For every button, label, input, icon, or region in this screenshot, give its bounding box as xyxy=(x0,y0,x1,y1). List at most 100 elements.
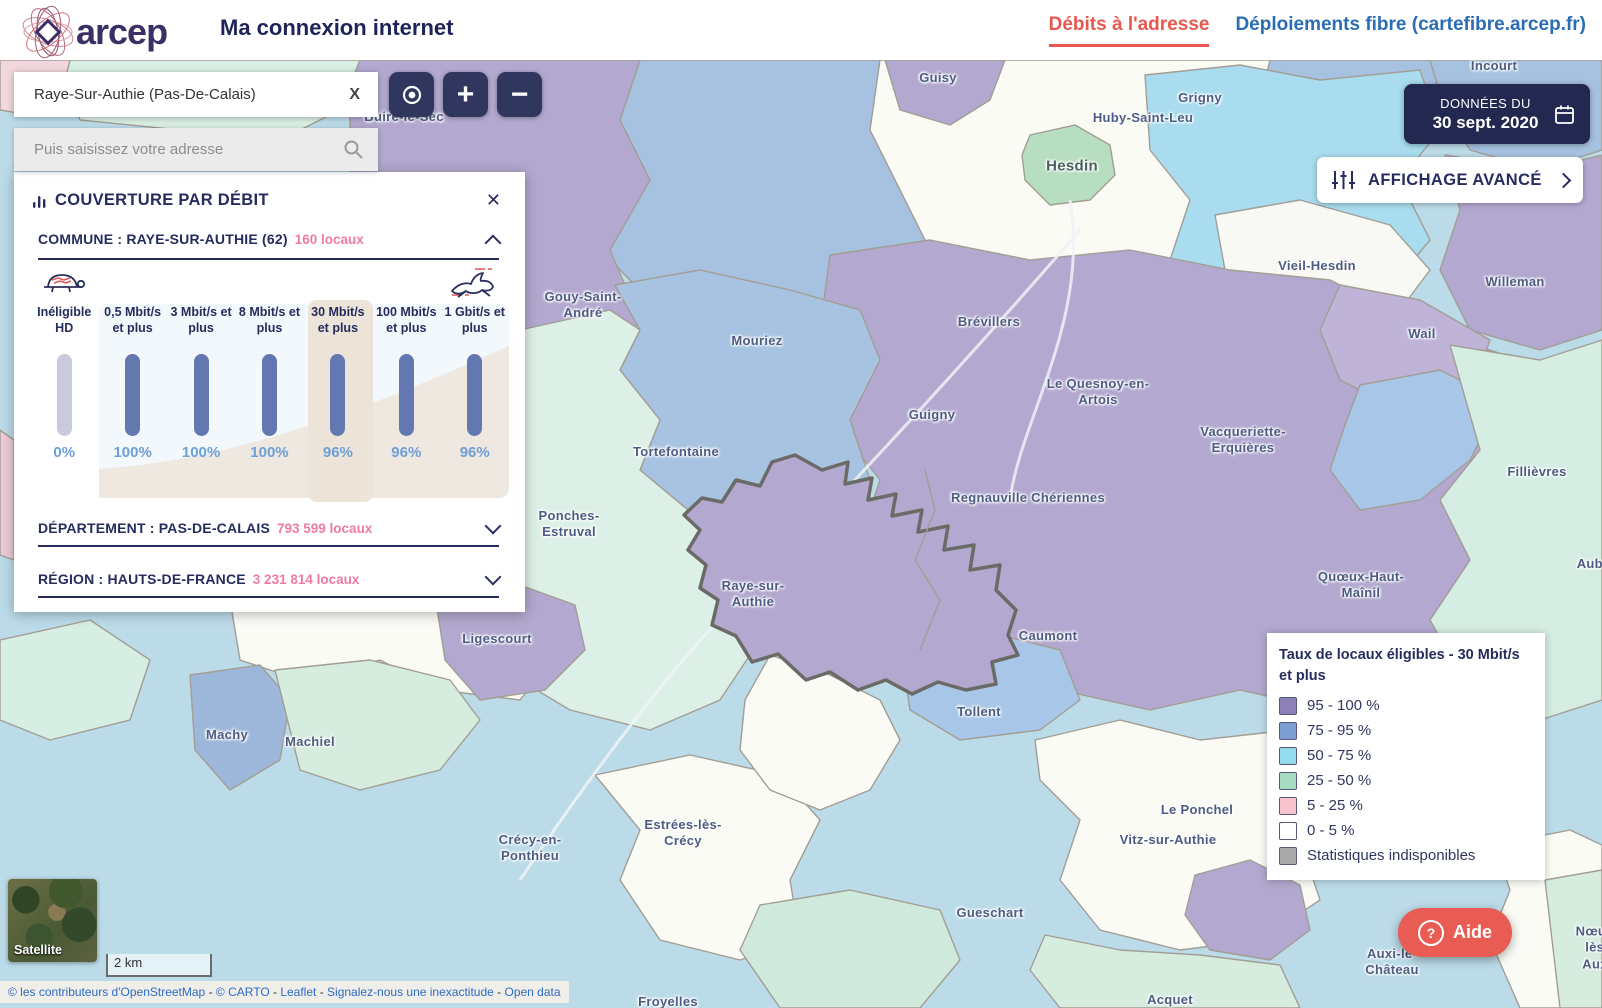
address-search xyxy=(14,128,378,171)
rate-label: 30 Mbit/s et plus xyxy=(311,304,365,346)
data-date-badge[interactable]: DONNÉES DU 30 sept. 2020 xyxy=(1404,84,1590,144)
section-region[interactable]: RÉGION : HAUTS-DE-FRANCE 3 231 814 locau… xyxy=(38,563,499,598)
rate-bar xyxy=(194,354,209,436)
commune-name: COMMUNE : RAYE-SUR-AUTHIE (62) xyxy=(38,231,288,247)
target-icon xyxy=(400,83,424,107)
legend-label: 75 - 95 % xyxy=(1307,722,1371,739)
rate-column-4[interactable]: 30 Mbit/s et plus 96% xyxy=(304,304,372,461)
map-legend: Taux de locaux éligibles - 30 Mbit/s et … xyxy=(1267,633,1545,880)
help-button[interactable]: ? Aide xyxy=(1398,908,1512,957)
legend-label: 0 - 5 % xyxy=(1307,822,1355,839)
chevron-up-icon[interactable] xyxy=(485,235,502,252)
chevron-down-icon[interactable] xyxy=(485,518,502,535)
help-label: Aide xyxy=(1453,922,1492,943)
rate-percent: 96% xyxy=(323,444,353,461)
chevron-down-icon[interactable] xyxy=(485,569,502,586)
attribution-link-4[interactable]: Open data xyxy=(504,985,560,999)
rate-column-2[interactable]: 3 Mbit/s et plus 100% xyxy=(167,304,235,461)
attribution-link-1[interactable]: © CARTO xyxy=(216,985,270,999)
rate-percent: 100% xyxy=(182,444,220,461)
departement-locaux: 793 599 locaux xyxy=(277,521,487,536)
section-commune[interactable]: COMMUNE : RAYE-SUR-AUTHIE (62) 160 locau… xyxy=(38,223,499,260)
advanced-display-label: AFFICHAGE AVANCÉ xyxy=(1368,171,1546,190)
departement-name: DÉPARTEMENT : PAS-DE-CALAIS xyxy=(38,520,270,536)
address-search-input[interactable] xyxy=(14,141,329,158)
legend-item-5: 0 - 5 % xyxy=(1279,818,1529,843)
commune-search: X xyxy=(14,72,378,117)
legend-item-4: 5 - 25 % xyxy=(1279,793,1529,818)
locate-button[interactable] xyxy=(389,72,434,117)
satellite-layer-button[interactable]: Satellite xyxy=(8,879,97,962)
coverage-chart: Inéligible HD0%0,5 Mbit/s et plus100%3 M… xyxy=(30,264,509,502)
legend-item-1: 75 - 95 % xyxy=(1279,718,1529,743)
rate-bar xyxy=(467,354,482,436)
rate-percent: 0% xyxy=(53,444,75,461)
chevron-right-icon xyxy=(1556,172,1572,188)
rate-column-5[interactable]: 100 Mbit/s et plus 96% xyxy=(372,304,440,461)
rate-label: Inéligible HD xyxy=(37,304,91,346)
section-departement[interactable]: DÉPARTEMENT : PAS-DE-CALAIS 793 599 loca… xyxy=(38,512,499,547)
rate-bar xyxy=(125,354,140,436)
nav-link-0[interactable]: Débits à l'adresse xyxy=(1049,14,1210,47)
rate-percent: 96% xyxy=(391,444,421,461)
search-icon[interactable] xyxy=(329,139,378,160)
scale-bar: 2 km xyxy=(106,954,212,977)
brand-name: arcep xyxy=(76,11,167,53)
legend-item-0: 95 - 100 % xyxy=(1279,693,1529,718)
coverage-panel: COUVERTURE PAR DÉBIT ✕ COMMUNE : RAYE-SU… xyxy=(14,172,525,612)
rate-bar xyxy=(262,354,277,436)
attribution-link-0[interactable]: © les contributeurs d'OpenStreetMap xyxy=(8,985,205,999)
legend-title: Taux de locaux éligibles - 30 Mbit/s et … xyxy=(1279,645,1529,687)
rate-label: 0,5 Mbit/s et plus xyxy=(104,304,161,346)
rate-columns: Inéligible HD0%0,5 Mbit/s et plus100%3 M… xyxy=(30,304,509,461)
panel-title: COUVERTURE PAR DÉBIT xyxy=(55,191,480,210)
legend-swatch xyxy=(1279,822,1297,840)
attribution-link-3[interactable]: Signalez-nous une inexactitude xyxy=(327,985,494,999)
nav-link-1[interactable]: Déploiements fibre (cartefibre.arcep.fr) xyxy=(1235,14,1586,47)
turtle-icon xyxy=(40,266,88,298)
close-icon[interactable]: ✕ xyxy=(480,188,507,213)
rate-percent: 96% xyxy=(460,444,490,461)
app: GuisyBuire-le-SecHuby-Saint-LeuIncourtGr… xyxy=(0,0,1602,1008)
calendar-icon xyxy=(1553,103,1576,126)
header: arcep Ma connexion internet Débits à l'a… xyxy=(0,0,1602,60)
rate-label: 100 Mbit/s et plus xyxy=(376,304,436,346)
legend-item-6: Statistiques indisponibles xyxy=(1279,843,1529,868)
rate-bar xyxy=(57,354,72,436)
rate-bar xyxy=(399,354,414,436)
rate-column-3[interactable]: 8 Mbit/s et plus 100% xyxy=(235,304,303,461)
commune-locaux: 160 locaux xyxy=(295,232,487,247)
rabbit-icon xyxy=(445,264,499,300)
clear-search-icon[interactable]: X xyxy=(331,86,378,104)
legend-swatch xyxy=(1279,722,1297,740)
rate-label: 3 Mbit/s et plus xyxy=(170,304,231,346)
legend-label: 95 - 100 % xyxy=(1307,697,1380,714)
zoom-in-button[interactable]: + xyxy=(443,72,488,117)
map-attribution: © les contributeurs d'OpenStreetMap - © … xyxy=(0,981,569,1003)
rate-percent: 100% xyxy=(250,444,288,461)
legend-label: Statistiques indisponibles xyxy=(1307,847,1475,864)
legend-label: 25 - 50 % xyxy=(1307,772,1371,789)
commune-search-input[interactable] xyxy=(14,86,331,103)
legend-swatch xyxy=(1279,772,1297,790)
rate-column-0[interactable]: Inéligible HD 0% xyxy=(30,304,98,461)
legend-swatch xyxy=(1279,697,1297,715)
bar-chart-icon xyxy=(32,192,47,209)
rate-label: 8 Mbit/s et plus xyxy=(239,304,300,346)
legend-label: 5 - 25 % xyxy=(1307,797,1363,814)
region-name: RÉGION : HAUTS-DE-FRANCE xyxy=(38,571,246,587)
data-date-value: 30 sept. 2020 xyxy=(1418,113,1553,133)
zoom-out-button[interactable]: − xyxy=(497,72,542,117)
rate-column-6[interactable]: 1 Gbit/s et plus 96% xyxy=(441,304,509,461)
sliders-icon xyxy=(1331,169,1356,191)
attribution-link-2[interactable]: Leaflet xyxy=(280,985,316,999)
top-navigation: Débits à l'adresse Déploiements fibre (ca… xyxy=(1049,14,1586,47)
question-icon: ? xyxy=(1418,920,1444,946)
rate-column-1[interactable]: 0,5 Mbit/s et plus100% xyxy=(98,304,166,461)
arcep-logo[interactable]: arcep xyxy=(12,4,167,60)
rate-label: 1 Gbit/s et plus xyxy=(445,304,505,346)
advanced-display-button[interactable]: AFFICHAGE AVANCÉ xyxy=(1317,157,1583,203)
satellite-label: Satellite xyxy=(14,943,62,957)
data-date-label: DONNÉES DU xyxy=(1418,96,1553,111)
legend-item-2: 50 - 75 % xyxy=(1279,743,1529,768)
